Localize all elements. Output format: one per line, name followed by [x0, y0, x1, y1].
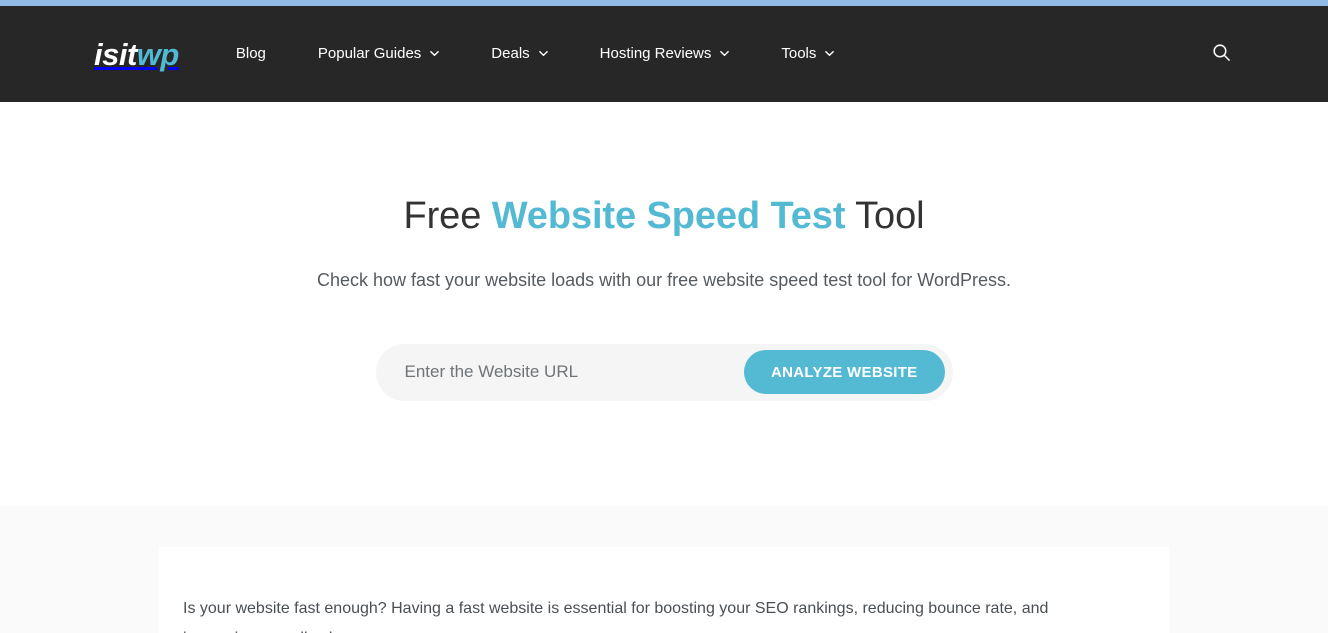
nav-item-label: Blog — [235, 45, 266, 62]
main-nav-list: Blog Popular Guides Deals Hosting Review… — [236, 6, 861, 102]
chevron-down-icon — [720, 49, 730, 58]
page-subtitle: Check how fast your website loads with o… — [317, 269, 1011, 290]
website-url-input[interactable] — [375, 344, 745, 400]
page-title: Free Website Speed Test Tool — [0, 193, 1328, 241]
page-title-prefix: Free — [403, 195, 492, 237]
chevron-down-icon — [825, 49, 835, 58]
nav-item-label: Popular Guides — [317, 45, 422, 62]
search-toggle-button[interactable] — [1208, 41, 1234, 67]
nav-item-tools[interactable]: Tools — [755, 6, 860, 102]
main-navigation: Blog Popular Guides Deals Hosting Review… — [236, 6, 861, 102]
site-logo[interactable]: isitwp — [94, 39, 179, 70]
site-header: isitwp Blog Popular Guides Deals Hosting… — [0, 6, 1328, 102]
chevron-down-icon — [430, 49, 440, 58]
logo-text-wp: wp — [136, 36, 180, 72]
hero-section: Free Website Speed Test Tool Check how f… — [0, 102, 1328, 506]
logo-text-isit: isit — [94, 36, 137, 72]
chevron-down-icon — [538, 49, 548, 58]
info-card: Is your website fast enough? Having a fa… — [159, 547, 1169, 633]
search-icon — [1212, 43, 1231, 65]
page-title-suffix: Tool — [845, 195, 925, 237]
speed-test-form-wrapper: ANALYZE WEBSITE — [0, 343, 1328, 401]
analyze-website-button[interactable]: ANALYZE WEBSITE — [744, 350, 945, 394]
header-inner: isitwp Blog Popular Guides Deals Hosting… — [89, 6, 1239, 102]
header-right — [1208, 41, 1234, 67]
nav-item-deals[interactable]: Deals — [465, 6, 573, 102]
nav-item-label: Deals — [491, 45, 530, 62]
info-section: Is your website fast enough? Having a fa… — [0, 506, 1328, 633]
nav-item-hosting-reviews[interactable]: Hosting Reviews — [574, 6, 756, 102]
nav-item-label: Tools — [781, 45, 817, 62]
nav-item-popular-guides[interactable]: Popular Guides — [292, 6, 465, 102]
nav-item-blog[interactable]: Blog — [236, 6, 292, 102]
page-title-accent: Website Speed Test — [491, 195, 846, 237]
nav-item-label: Hosting Reviews — [599, 45, 712, 62]
info-paragraph: Is your website fast enough? Having a fa… — [183, 600, 1049, 633]
speed-test-form: ANALYZE WEBSITE — [375, 343, 953, 401]
